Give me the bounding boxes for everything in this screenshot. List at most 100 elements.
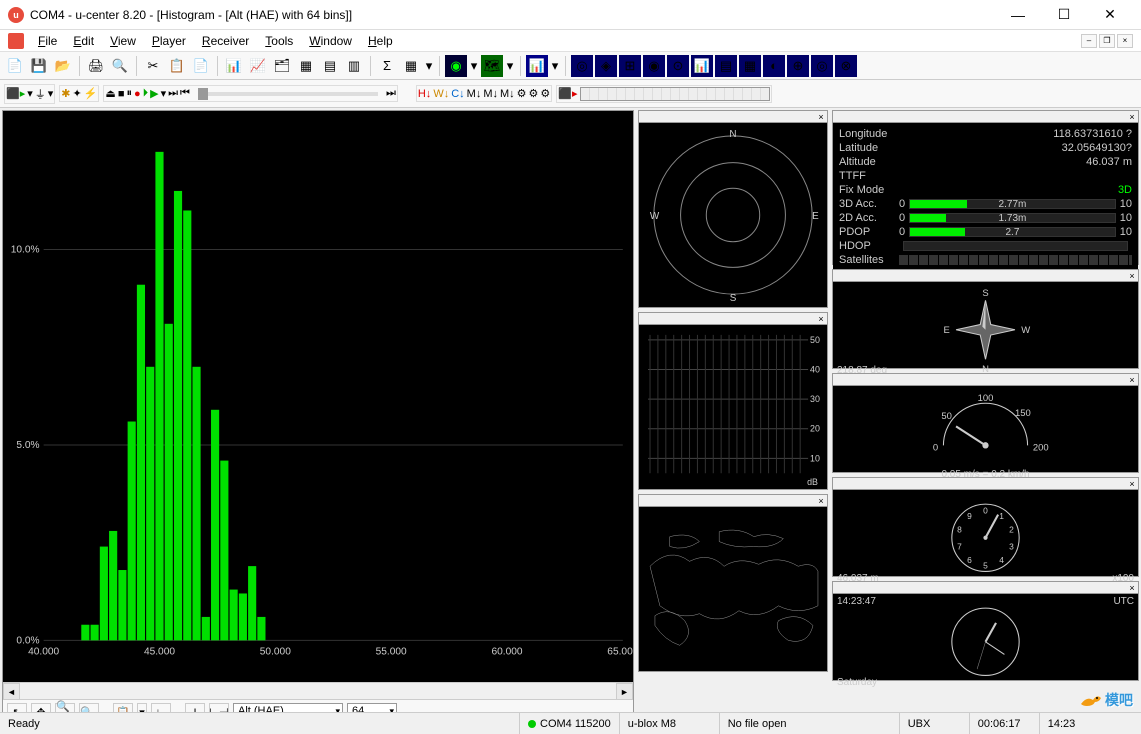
dock11-icon[interactable]: ◎ [811,55,833,77]
satellite-sky-panel[interactable]: × N S W E [638,110,828,308]
scroll-left-icon[interactable]: ◄ [3,683,20,700]
panel-close-icon[interactable]: × [815,111,827,122]
menu-help[interactable]: Help [362,32,399,50]
dock4-icon[interactable]: ◉ [643,55,665,77]
eject-icon[interactable]: ⏏ [105,87,115,100]
sat-view-icon[interactable]: ◉ [445,55,467,77]
svg-text:2: 2 [1009,524,1014,534]
menu-receiver[interactable]: Receiver [196,32,255,50]
copy-icon[interactable]: 📋 [166,55,188,77]
menu-file[interactable]: File [32,32,63,50]
cut-icon[interactable]: ✂ [142,55,164,77]
histogram-chart[interactable]: 0.0%5.0%10.0%40.00045.00050.00055.00060.… [3,111,633,682]
hot-icon[interactable]: H↓ [418,88,431,100]
satellites-strip [899,255,1132,265]
skip-icon[interactable]: ⏮ [180,87,190,100]
dock6-icon[interactable]: 📊 [691,55,713,77]
bug-icon[interactable]: ✱ [61,87,70,100]
app-menu-icon[interactable] [8,33,24,49]
gear1-icon[interactable]: ⚙ [517,87,527,100]
step-icon[interactable]: ⏵ [143,87,149,100]
dock8-icon[interactable]: ▦ [739,55,761,77]
mdi-close[interactable]: × [1117,34,1133,48]
print-icon[interactable]: 🖨 [85,55,107,77]
dropdown-icon[interactable]: ▾ [424,55,434,77]
world-map-panel[interactable]: × [638,494,828,672]
panel-close-icon[interactable]: × [1126,374,1138,385]
baud-drop-icon[interactable]: ▾ [48,87,54,100]
preview-icon[interactable]: 🔍 [109,55,131,77]
hist-icon[interactable]: 📊 [526,55,548,77]
maximize-button[interactable]: ☐ [1041,0,1087,30]
play-icon[interactable]: ▶ [150,87,158,100]
ffwd-icon[interactable]: ⏭ [168,87,178,100]
conn-drop-icon[interactable]: ▾ [27,87,33,100]
dock1-icon[interactable]: ◎ [571,55,593,77]
db-icon[interactable]: ⬛▸ [558,87,577,100]
new-icon[interactable]: 📄 [4,55,26,77]
minimize-button[interactable]: — [995,0,1041,30]
play-drop-icon[interactable]: ▾ [161,87,167,100]
end-icon[interactable]: ⏭ [386,87,396,100]
msg1-icon[interactable]: M↓ [467,88,482,100]
table-icon[interactable]: ▦ [400,55,422,77]
gear2-icon[interactable]: ⚙ [529,87,539,100]
menu-edit[interactable]: Edit [67,32,100,50]
mdi-minimize[interactable]: – [1081,34,1097,48]
dock12-icon[interactable]: ⊗ [835,55,857,77]
dropdown3-icon[interactable]: ▾ [505,55,515,77]
stop-icon[interactable]: ■ [118,88,125,100]
menu-tools[interactable]: Tools [259,32,299,50]
msg2-icon[interactable]: M↓ [483,88,498,100]
compass-panel[interactable]: × S W N E 218.87 deg [832,269,1139,369]
altimeter-panel[interactable]: × 0123456789 46.037 m x100 [832,477,1139,577]
gear3-icon[interactable]: ⚙ [540,87,550,100]
panel-close-icon[interactable]: × [1126,111,1138,122]
bolt-icon[interactable]: ⚡ [84,87,98,100]
dock3-icon[interactable]: ⊞ [619,55,641,77]
close-button[interactable]: ✕ [1087,0,1133,30]
panel-close-icon[interactable]: × [815,495,827,506]
warm-icon[interactable]: W↓ [433,88,449,100]
dock9-icon[interactable]: ◐ [763,55,785,77]
menu-player[interactable]: Player [146,32,192,50]
view5-icon[interactable]: ▤ [319,55,341,77]
view1-icon[interactable]: 📊 [223,55,245,77]
dock2-icon[interactable]: ◈ [595,55,617,77]
view6-icon[interactable]: ▥ [343,55,365,77]
paste-icon[interactable]: 📄 [190,55,212,77]
save-icon[interactable]: 💾 [28,55,50,77]
histogram-scrollbar[interactable]: ◄ ► [3,682,633,699]
dock5-icon[interactable]: ⊙ [667,55,689,77]
sigma-icon[interactable]: Σ [376,55,398,77]
player-slider[interactable] [198,92,378,96]
wand-icon[interactable]: ✦ [73,87,82,100]
scroll-right-icon[interactable]: ► [616,683,633,700]
view2-icon[interactable]: 📈 [247,55,269,77]
dock7-icon[interactable]: ▤ [715,55,737,77]
cold-icon[interactable]: C↓ [451,88,464,100]
position-info-panel[interactable]: × Longitude118.63731610 ? Latitude32.056… [832,110,1139,265]
mdi-restore[interactable]: ❐ [1099,34,1115,48]
open-icon[interactable]: 📂 [52,55,74,77]
menu-window[interactable]: Window [303,32,358,50]
connect-icon[interactable]: ⬛▸ [6,87,25,100]
panel-close-icon[interactable]: × [815,313,827,324]
panel-close-icon[interactable]: × [1126,582,1138,593]
msg3-icon[interactable]: M↓ [500,88,515,100]
pause-icon[interactable]: ⏸ [126,87,132,100]
speed-panel[interactable]: × 0 50 100 150 200 [832,373,1139,473]
panel-close-icon[interactable]: × [1126,270,1138,281]
dropdown4-icon[interactable]: ▾ [550,55,560,77]
dock10-icon[interactable]: ⊕ [787,55,809,77]
menu-view[interactable]: View [104,32,142,50]
map-icon[interactable]: 🗺 [481,55,503,77]
clock-panel[interactable]: × 14:23:47 UTC Saturday [832,581,1139,681]
view3-icon[interactable]: 🗂 [271,55,293,77]
dropdown2-icon[interactable]: ▾ [469,55,479,77]
view4-icon[interactable]: ▦ [295,55,317,77]
panel-close-icon[interactable]: × [1126,478,1138,489]
signal-strength-panel[interactable]: × 5040302010dB [638,312,828,490]
record-icon[interactable]: ● [134,88,141,100]
baud-icon[interactable]: ⏚ [35,86,46,102]
